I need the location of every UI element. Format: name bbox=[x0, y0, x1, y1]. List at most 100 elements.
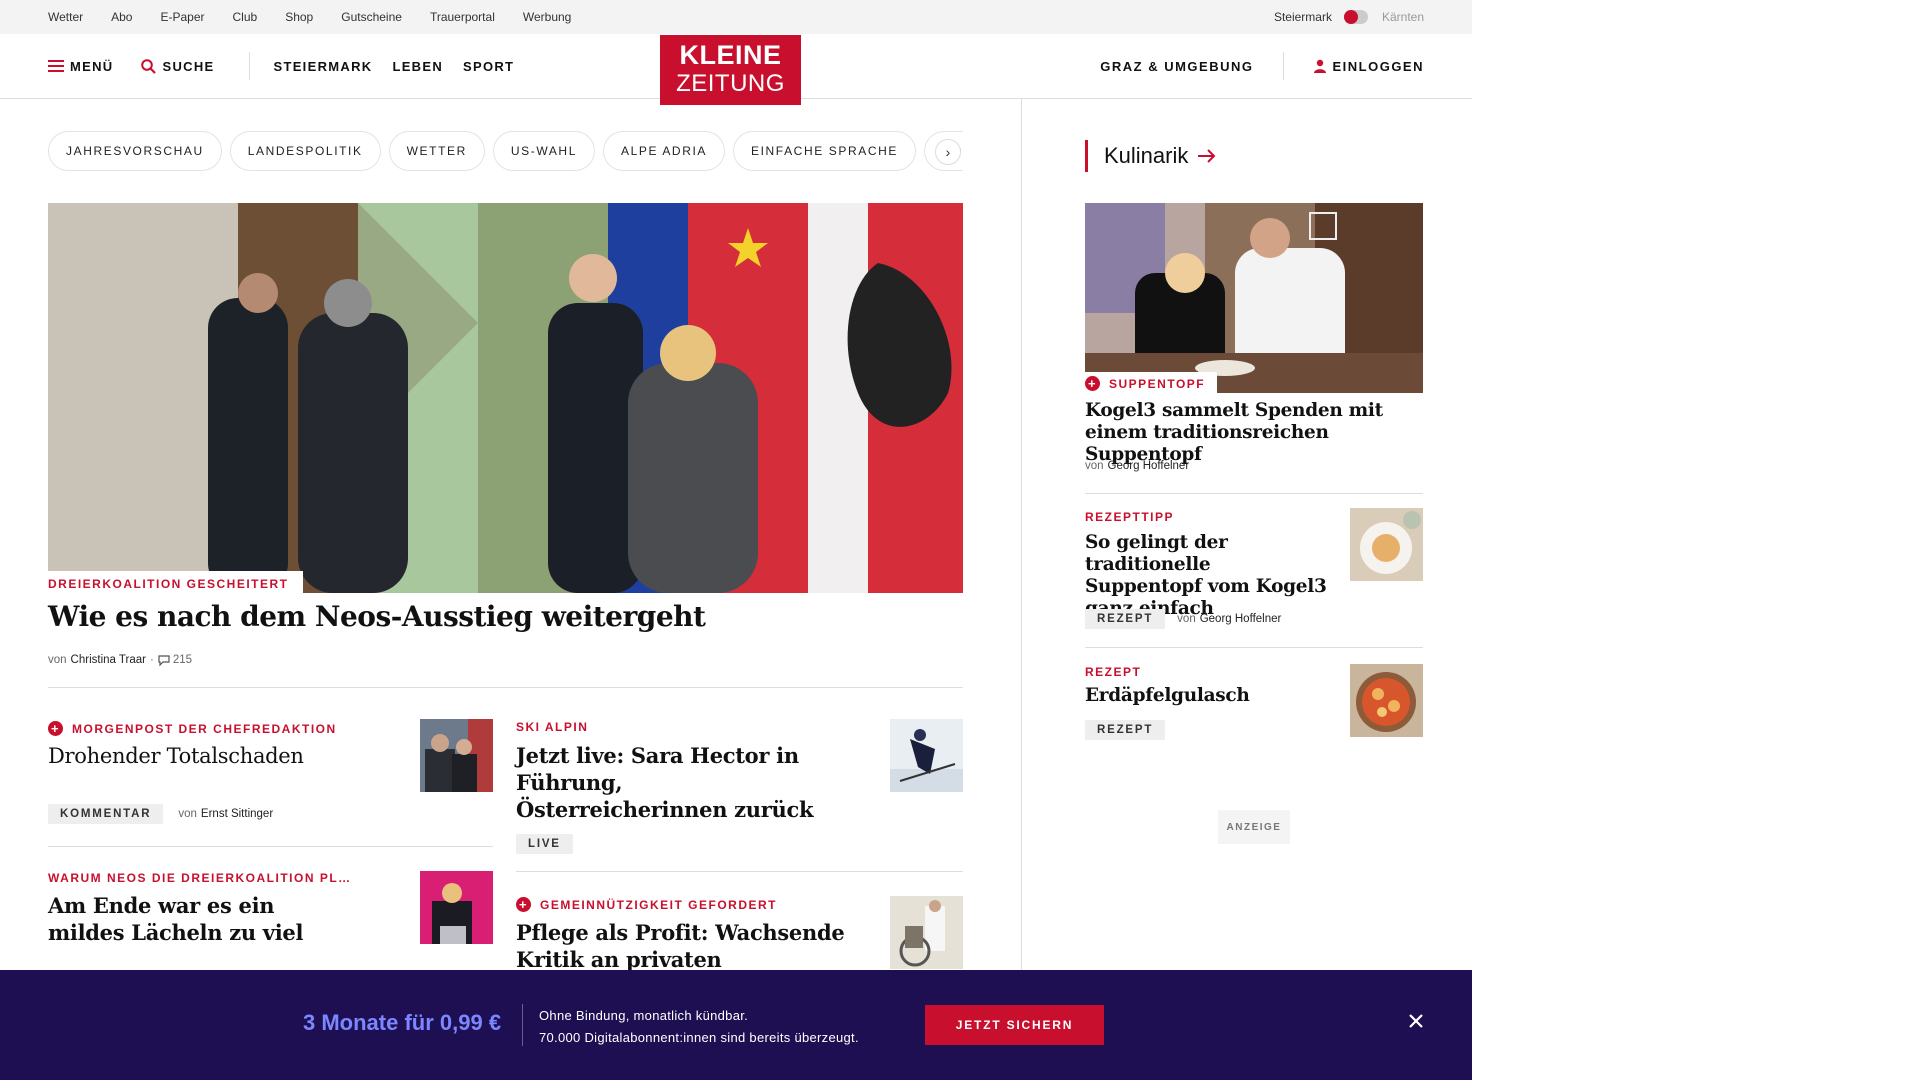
search-label: SUCHE bbox=[162, 58, 215, 74]
page: Wetter Abo E-Paper Club Shop Gutscheine … bbox=[0, 0, 1472, 1080]
utility-link-werbung[interactable]: Werbung bbox=[523, 10, 571, 24]
header-divider bbox=[248, 52, 250, 80]
region-toggle[interactable] bbox=[1343, 10, 1368, 24]
header-nav: MENÜ SUCHE STEIERMARK LEBEN SPORT bbox=[48, 34, 534, 98]
hero-comment-count[interactable]: 215 bbox=[173, 654, 192, 666]
plus-icon: + bbox=[48, 721, 63, 736]
teaser-morgenpost-title[interactable]: Drohender Totalschaden bbox=[48, 743, 388, 770]
utility-link-shop[interactable]: Shop bbox=[285, 10, 313, 24]
site-logo[interactable]: KLEINE ZEITUNG bbox=[660, 35, 801, 105]
hero-by: von bbox=[48, 654, 67, 666]
teaser-morgenpost-author[interactable]: Ernst Sittinger bbox=[201, 808, 273, 820]
lead-by: von bbox=[1085, 460, 1104, 472]
chip-landespolitik[interactable]: LANDESPOLITIK bbox=[229, 131, 381, 171]
kulinarik-lead-author[interactable]: Georg Hoffelner bbox=[1108, 460, 1190, 472]
teaser-ski-title[interactable]: Jetzt live: Sara Hector in Führung, Öste… bbox=[516, 742, 816, 823]
teaser-morgenpost-thumbnail[interactable] bbox=[420, 719, 493, 792]
kulinarik-lead-image[interactable] bbox=[1085, 203, 1423, 393]
rezepttipp-kicker[interactable]: REZEPTTIPP bbox=[1085, 510, 1174, 524]
promo-cta-button[interactable]: JETZT SICHERN bbox=[925, 1005, 1104, 1045]
rezepttipp-meta: REZEPT von Georg Hoffelner bbox=[1085, 609, 1281, 629]
thumbnail-photo bbox=[1350, 664, 1423, 737]
rezepttipp-thumbnail[interactable] bbox=[1350, 508, 1423, 581]
kicker-label: MORGENPOST DER CHEFREDAKTION bbox=[72, 721, 337, 736]
badge-kommentar: KOMMENTAR bbox=[48, 804, 164, 824]
utility-link-wetter[interactable]: Wetter bbox=[48, 10, 83, 24]
comment-icon[interactable] bbox=[158, 654, 170, 666]
utility-link-gutscheine[interactable]: Gutscheine bbox=[341, 10, 402, 24]
thumbnail-photo bbox=[890, 896, 963, 969]
region-kaernten[interactable]: Kärnten bbox=[1382, 10, 1424, 24]
promo-text: Ohne Bindung, monatlich kündbar. 70.000 … bbox=[539, 1005, 859, 1049]
kicker-label: SUPPENTOPF bbox=[1109, 376, 1206, 391]
rezepttipp-author[interactable]: Georg Hoffelner bbox=[1200, 613, 1282, 625]
close-icon bbox=[1409, 1014, 1423, 1028]
hero-kicker[interactable]: DREIERKOALITION GESCHEITERT bbox=[48, 571, 303, 595]
utility-bar: Wetter Abo E-Paper Club Shop Gutscheine … bbox=[0, 0, 1472, 34]
divider bbox=[48, 846, 493, 847]
login-button[interactable]: EINLOGGEN bbox=[1314, 59, 1424, 74]
search-button[interactable]: SUCHE bbox=[141, 59, 214, 74]
teaser-morgenpost-kicker[interactable]: + MORGENPOST DER CHEFREDAKTION bbox=[48, 721, 337, 736]
gulasch-kicker[interactable]: REZEPT bbox=[1085, 665, 1141, 679]
teaser-ski-thumbnail[interactable] bbox=[890, 719, 963, 792]
nav-leben[interactable]: LEBEN bbox=[392, 59, 443, 74]
subscription-banner: 3 Monate für 0,99 € Ohne Bindung, monatl… bbox=[0, 970, 1472, 1080]
chip-us-wahl[interactable]: US-WAHL bbox=[492, 131, 595, 171]
divider bbox=[516, 871, 963, 872]
teaser-neos-kicker[interactable]: WARUM NEOS DIE DREIERKOALITION PL… bbox=[48, 871, 358, 885]
nav-steiermark[interactable]: STEIERMARK bbox=[274, 59, 373, 74]
badge-rezept: REZEPT bbox=[1085, 609, 1166, 629]
kulinarik-heading-label: Kulinarik bbox=[1104, 143, 1189, 168]
promo-price: 3 Monate für 0,99 € bbox=[303, 1010, 502, 1035]
meta-separator: · bbox=[149, 654, 154, 666]
teaser-pflege-kicker[interactable]: + GEMEINNÜTZIGKEIT GEFORDERT bbox=[516, 897, 777, 912]
badge-live: LIVE bbox=[516, 834, 573, 854]
hero-headline[interactable]: Wie es nach dem Neos-Ausstieg weitergeht bbox=[48, 600, 706, 633]
teaser-pflege-thumbnail[interactable] bbox=[890, 896, 963, 969]
teaser-neos-thumbnail[interactable] bbox=[420, 871, 493, 944]
utility-link-epaper[interactable]: E-Paper bbox=[160, 10, 204, 24]
teaser-ski-kicker[interactable]: SKI ALPIN bbox=[516, 720, 588, 734]
utility-link-club[interactable]: Club bbox=[233, 10, 258, 24]
utility-link-abo[interactable]: Abo bbox=[111, 10, 132, 24]
hero-image[interactable] bbox=[48, 203, 963, 593]
hero-author[interactable]: Christina Traar bbox=[71, 654, 146, 666]
utility-link-trauerportal[interactable]: Trauerportal bbox=[430, 10, 495, 24]
arrow-right-icon bbox=[1198, 149, 1216, 163]
promo-divider bbox=[522, 1004, 523, 1046]
menu-button[interactable]: MENÜ bbox=[48, 59, 113, 74]
chip-einfache-sprache[interactable]: EINFACHE SPRACHE bbox=[733, 131, 916, 171]
search-icon bbox=[141, 58, 157, 74]
nav-sport[interactable]: SPORT bbox=[463, 59, 514, 74]
chip-jahresvorschau[interactable]: JAHRESVORSCHAU bbox=[48, 131, 222, 171]
gulasch-thumbnail[interactable] bbox=[1350, 664, 1423, 737]
chip-wetter[interactable]: WETTER bbox=[388, 131, 485, 171]
kulinarik-lead-kicker[interactable]: + SUPPENTOPF bbox=[1085, 372, 1218, 394]
logo-line-2: ZEITUNG bbox=[676, 70, 785, 97]
kulinarik-lead-meta: von Georg Hoffelner bbox=[1085, 460, 1189, 472]
rezepttipp-by: von bbox=[1177, 613, 1196, 625]
gulasch-title[interactable]: Erdäpfelgulasch bbox=[1085, 685, 1330, 707]
promo-line-2: 70.000 Digitalabonnent:innen sind bereit… bbox=[539, 1030, 859, 1045]
chip-alpe-adria[interactable]: ALPE ADRIA bbox=[602, 131, 725, 171]
kulinarik-heading[interactable]: Kulinarik bbox=[1085, 140, 1216, 172]
header-right: GRAZ & UMGEBUNG EINLOGGEN bbox=[1100, 34, 1424, 98]
chips-next-button[interactable]: › bbox=[935, 139, 961, 165]
hamburger-icon bbox=[48, 60, 64, 72]
lead-photo bbox=[1085, 203, 1423, 393]
region-steiermark[interactable]: Steiermark bbox=[1274, 10, 1332, 24]
rezepttipp-title[interactable]: So gelingt der traditionelle Suppentopf … bbox=[1085, 532, 1330, 620]
hero-photo bbox=[48, 203, 963, 593]
rezepttipp-byline: von Georg Hoffelner bbox=[1177, 613, 1281, 625]
nav-graz-umgebung[interactable]: GRAZ & UMGEBUNG bbox=[1100, 59, 1253, 74]
user-icon bbox=[1314, 59, 1327, 73]
thumbnail-photo bbox=[420, 719, 493, 792]
badge-rezept: REZEPT bbox=[1085, 720, 1166, 740]
divider bbox=[1085, 647, 1423, 648]
thumbnail-photo bbox=[420, 871, 493, 944]
teaser-morgenpost-meta: KOMMENTAR von Ernst Sittinger bbox=[48, 804, 273, 824]
teaser-neos-title[interactable]: Am Ende war es ein mildes Lächeln zu vie… bbox=[48, 892, 348, 946]
kulinarik-lead-title[interactable]: Kogel3 sammelt Spenden mit einem traditi… bbox=[1085, 400, 1425, 466]
promo-close-button[interactable] bbox=[1408, 1013, 1424, 1034]
